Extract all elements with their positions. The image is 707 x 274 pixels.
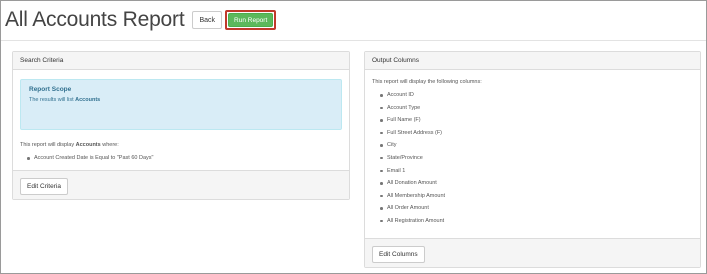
column-item: Account ID — [379, 89, 693, 102]
run-report-button[interactable]: Run Report — [228, 13, 274, 27]
report-scope-title: Report Scope — [29, 86, 72, 93]
criteria-item: Account Created Date is Equal to "Past 6… — [26, 152, 342, 165]
column-item: All Donation Amount — [379, 177, 693, 190]
back-button[interactable]: Back — [192, 11, 223, 29]
criteria-intro-entity: Accounts — [75, 142, 101, 148]
column-item: Account Type — [379, 102, 693, 115]
edit-criteria-button[interactable]: Edit Criteria — [20, 178, 68, 195]
run-report-highlight: Run Report — [225, 10, 277, 30]
search-criteria-panel: Search Criteria Report Scope The results… — [12, 51, 350, 200]
header-divider — [1, 40, 706, 41]
report-scope-box: Report Scope The results will list Accou… — [20, 79, 342, 130]
report-scope-prefix: The results will list — [29, 97, 74, 103]
column-item: All Registration Amount — [379, 215, 693, 228]
column-item: All Membership Amount — [379, 190, 693, 203]
column-item: Full Name (F) — [379, 114, 693, 127]
page-header: All Accounts Report Back Run Report — [5, 5, 277, 35]
column-item: City — [379, 139, 693, 152]
criteria-intro-suffix: where: — [102, 142, 119, 148]
column-item: State/Province — [379, 152, 693, 165]
output-columns-panel: Output Columns This report will display … — [364, 51, 701, 268]
search-criteria-footer: Edit Criteria — [13, 170, 349, 199]
search-criteria-heading: Search Criteria — [13, 52, 349, 70]
output-columns-body: This report will display the following c… — [365, 70, 700, 237]
column-item: All Order Amount — [379, 202, 693, 215]
criteria-intro: This report will display Accounts where: — [20, 142, 342, 148]
output-columns-heading: Output Columns — [365, 52, 700, 70]
output-columns-intro: This report will display the following c… — [372, 79, 482, 85]
criteria-intro-prefix: This report will display — [20, 142, 75, 148]
report-scope-entity: Accounts — [75, 97, 101, 103]
edit-columns-button[interactable]: Edit Columns — [372, 246, 425, 263]
column-item: Email 1 — [379, 165, 693, 178]
report-page: { "header": { "title": "All Accounts Rep… — [0, 0, 707, 274]
output-columns-list: Account ID Account Type Full Name (F) Fu… — [379, 89, 693, 228]
criteria-list: Account Created Date is Equal to "Past 6… — [26, 152, 342, 165]
search-criteria-body: Report Scope The results will list Accou… — [13, 70, 349, 174]
report-scope-text: The results will list Accounts — [29, 97, 333, 103]
page-title: All Accounts Report — [5, 8, 185, 31]
output-columns-footer: Edit Columns — [365, 238, 700, 267]
column-item: Full Street Address (F) — [379, 127, 693, 140]
